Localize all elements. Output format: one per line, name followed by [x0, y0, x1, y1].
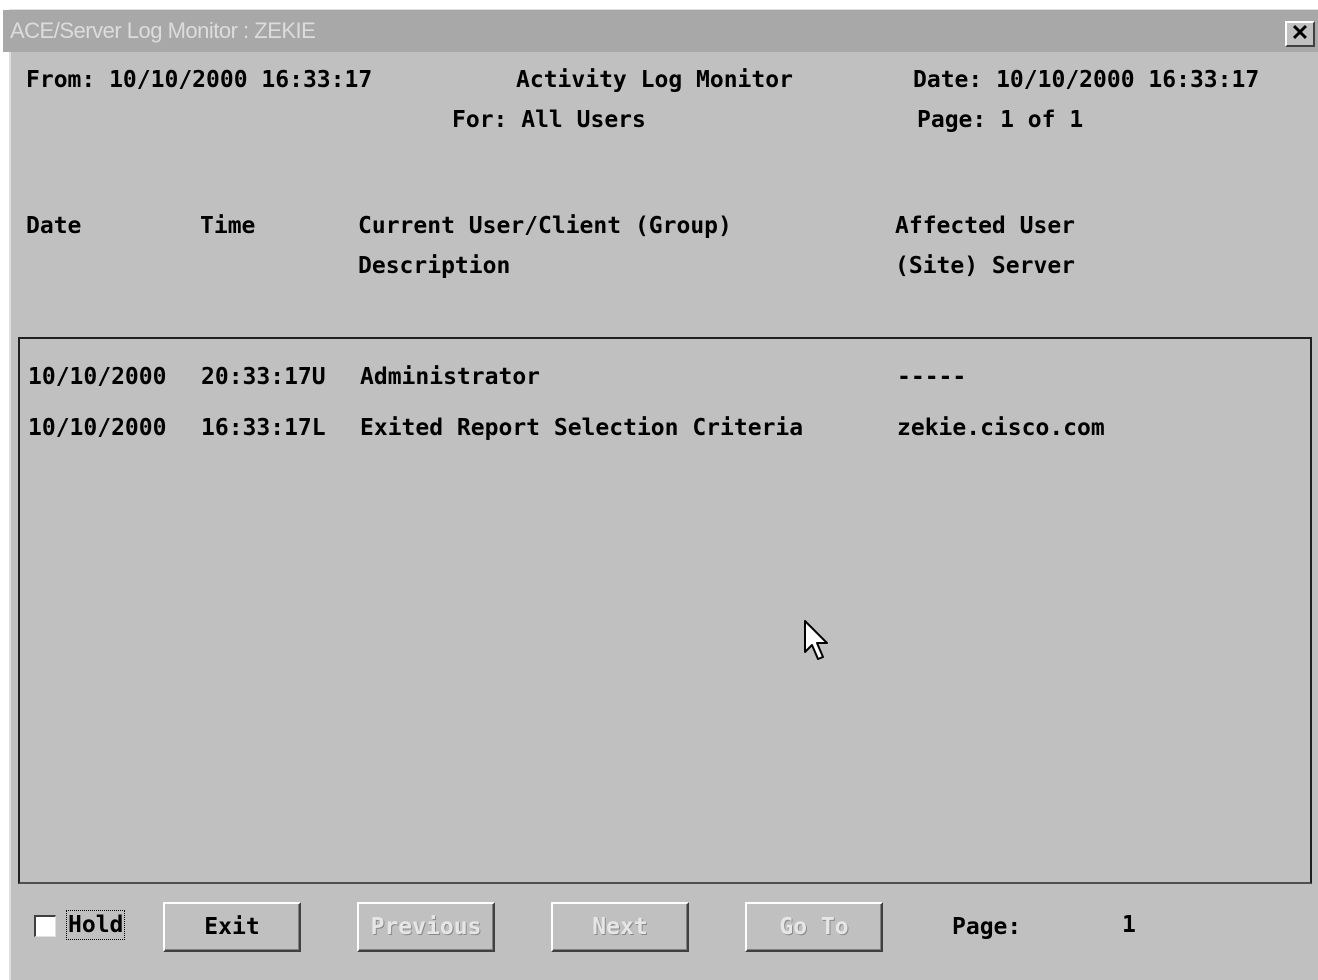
log-list[interactable]: 10/10/2000 20:33:17U Administrator -----… — [18, 337, 1312, 884]
log-row-server: zekie.cisco.com — [897, 415, 1105, 441]
window-title: ACE/Server Log Monitor : ZEKIE — [10, 18, 316, 43]
log-row-affected: ----- — [897, 364, 967, 390]
log-row[interactable]: 10/10/2000 20:33:17U Administrator ----- — [28, 364, 966, 394]
mouse-pointer-icon — [804, 620, 828, 660]
log-row-date: 10/10/2000 — [28, 415, 167, 441]
hold-label[interactable]: Hold — [65, 910, 126, 940]
column-header-affected-user: Affected User — [895, 213, 1076, 239]
previous-button[interactable]: Previous — [357, 902, 495, 952]
hold-checkbox[interactable] — [34, 915, 56, 937]
column-header-time: Time — [200, 213, 256, 239]
log-row-text: Exited Report Selection Criteria — [360, 415, 804, 441]
report-date: Date: 10/10/2000 16:33:17 — [913, 67, 1260, 93]
column-header-site-server: (Site) Server — [895, 253, 1076, 279]
column-header-current-user: Current User/Client (Group) — [358, 213, 732, 239]
log-row-time: 20:33:17U — [201, 364, 326, 390]
column-header-date: Date — [26, 213, 82, 239]
report-title: Activity Log Monitor — [516, 67, 793, 93]
close-button[interactable]: ✕ — [1285, 21, 1315, 47]
from-timestamp: From: 10/10/2000 16:33:17 — [26, 67, 373, 93]
log-row-time: 16:33:17L — [201, 415, 326, 441]
page-label: Page: — [952, 914, 1022, 940]
next-button[interactable]: Next — [551, 902, 689, 952]
title-bar: ACE/Server Log Monitor : ZEKIE — [3, 10, 1318, 52]
go-to-button[interactable]: Go To — [745, 902, 883, 952]
exit-button[interactable]: Exit — [163, 902, 301, 952]
report-page-count: Page: 1 of 1 — [917, 107, 1084, 133]
log-row-text: Administrator — [360, 364, 541, 390]
report-for-users: For: All Users — [452, 107, 646, 133]
column-header-description: Description — [358, 253, 511, 279]
log-row-date: 10/10/2000 — [28, 364, 167, 390]
close-icon: ✕ — [1290, 20, 1310, 45]
page-number-value: 1 — [1122, 912, 1136, 938]
log-row[interactable]: 10/10/2000 16:33:17L Exited Report Selec… — [28, 415, 1105, 445]
